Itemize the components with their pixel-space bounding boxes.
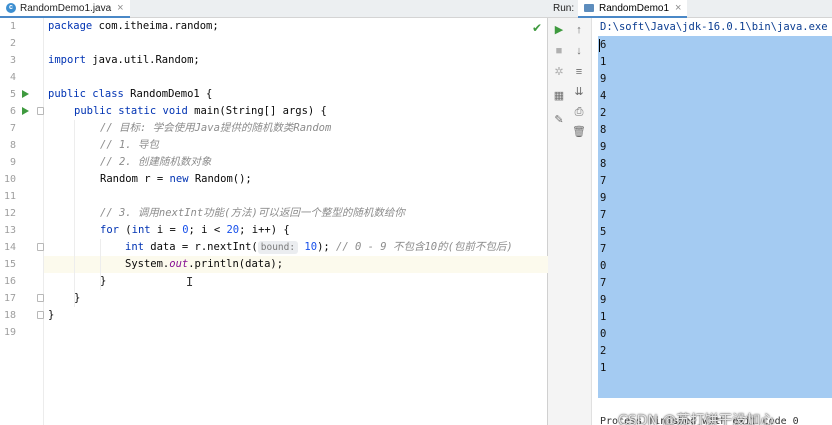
console-output-line: 6: [600, 39, 607, 51]
fold-icon[interactable]: [37, 243, 44, 251]
line-number: 3: [9, 55, 16, 66]
run-header: Run: RandomDemo1 ×: [548, 0, 832, 18]
line-number: 10: [3, 174, 16, 185]
code-line-9: // 2. 创建随机数对象: [100, 156, 212, 168]
run-toolbar: ▶ ↑ ■ ↓ ✲ ≡ ⇊ ▦ ⎙ ✎ 🗑: [548, 18, 592, 425]
scroll-end-icon[interactable]: ⇊: [570, 84, 588, 100]
console-command-line: D:\soft\Java\jdk-16.0.1\bin\java.exe: [600, 21, 828, 33]
console-output[interactable]: D:\soft\Java\jdk-16.0.1\bin\java.exe 6 1 9…: [592, 18, 832, 425]
line-number: 14: [3, 242, 16, 253]
console-output-line: 2: [600, 107, 607, 119]
console-output-line: 9: [600, 73, 607, 85]
code-line-8: // 1. 导包: [100, 139, 159, 151]
stop-icon[interactable]: ■: [550, 43, 568, 59]
line-number: 17: [3, 293, 16, 304]
console-output-line: 7: [600, 175, 607, 187]
line-number: 19: [3, 327, 16, 338]
code-line-16: }: [100, 275, 107, 287]
code-area[interactable]: package com.itheima.random; import java.…: [44, 18, 548, 425]
run-config-tab[interactable]: RandomDemo1 ×: [578, 0, 688, 18]
close-icon[interactable]: ×: [117, 2, 123, 14]
editor-tab-bar: c RandomDemo1.java ×: [0, 0, 548, 18]
print-icon[interactable]: ⎙: [570, 104, 588, 120]
rerun-icon[interactable]: ▶: [550, 22, 568, 38]
line-number: 7: [9, 123, 16, 134]
up-arrow-icon[interactable]: ↑: [570, 22, 588, 38]
soft-wrap-icon[interactable]: ≡: [570, 64, 588, 80]
line-number: 11: [3, 191, 16, 202]
application-icon: [584, 4, 594, 12]
java-class-icon: c: [6, 3, 16, 13]
debug-icon[interactable]: ✲: [550, 64, 568, 80]
tab-label: RandomDemo1.java: [20, 2, 112, 14]
code-editor[interactable]: c RandomDemo1.java × 1 2 3 4 5 6 7 8 9 1…: [0, 0, 548, 425]
run-class-icon[interactable]: [22, 90, 29, 98]
pin-icon[interactable]: ✎: [550, 112, 568, 128]
code-line-3: import java.util.Random;: [48, 54, 200, 66]
fold-icon[interactable]: [37, 294, 44, 302]
check-icon[interactable]: ✔: [532, 21, 542, 35]
fold-icon[interactable]: [37, 311, 44, 319]
parameter-hint: bound:: [257, 241, 299, 254]
console-output-line: 1: [600, 311, 607, 323]
run-tool-window[interactable]: Run: RandomDemo1 × ▶ ↑ ■ ↓ ✲ ≡ ⇊ ▦ ⎙ ✎ 🗑…: [548, 0, 832, 425]
line-number: 16: [3, 276, 16, 287]
line-number: 1: [9, 21, 16, 32]
line-number: 12: [3, 208, 16, 219]
console-output-line: 2: [600, 345, 607, 357]
code-line-5: public class RandomDemo1 {: [48, 88, 213, 100]
console-output-line: 8: [600, 158, 607, 170]
console-output-line: 0: [600, 328, 607, 340]
run-tab-label: RandomDemo1: [599, 2, 670, 14]
code-line-15: System.out.println(data);: [125, 258, 284, 270]
run-main-icon[interactable]: [22, 107, 29, 115]
console-output-line: 0: [600, 260, 607, 272]
fold-icon[interactable]: [37, 107, 44, 115]
console-output-line: 1: [600, 362, 607, 374]
line-number: 15: [3, 259, 16, 270]
tab-randomdemo1-java[interactable]: c RandomDemo1.java ×: [0, 0, 130, 18]
code-line-12: // 3. 调用nextInt功能(方法)可以返回一个整型的随机数给你: [100, 207, 405, 219]
line-number: 8: [9, 140, 16, 151]
line-number: 9: [9, 157, 16, 168]
selection-highlight: [598, 36, 832, 398]
code-line-1: package com.itheima.random;: [48, 20, 219, 32]
code-line-18: }: [48, 309, 55, 321]
text-caret: [599, 39, 600, 52]
line-number: 2: [9, 38, 16, 49]
run-title: Run:: [553, 3, 575, 14]
console-output-line: 5: [600, 226, 607, 238]
console-output-line: 1: [600, 56, 607, 68]
close-icon[interactable]: ×: [675, 2, 681, 14]
layout-icon[interactable]: ▦: [550, 88, 568, 104]
console-output-line: 9: [600, 192, 607, 204]
console-output-line: 9: [600, 294, 607, 306]
console-output-line: 9: [600, 141, 607, 153]
console-output-line: 8: [600, 124, 607, 136]
console-output-line: 7: [600, 209, 607, 221]
line-gutter: 1 2 3 4 5 6 7 8 9 10 11 12 13 14 15 16 1…: [0, 18, 44, 425]
down-arrow-icon[interactable]: ↓: [570, 43, 588, 59]
indent-guide: [74, 120, 75, 307]
console-output-line: 7: [600, 243, 607, 255]
code-line-7: // 目标: 学会使用Java提供的随机数类Random: [100, 122, 332, 134]
line-number: 5: [9, 89, 16, 100]
code-line-13: for (int i = 0; i < 20; i++) {: [100, 224, 290, 236]
code-line-17: }: [74, 292, 81, 304]
line-number: 4: [9, 72, 16, 83]
trash-icon[interactable]: 🗑: [570, 124, 588, 140]
watermark: CSDN @苏打饼干没加心: [618, 413, 775, 425]
console-output-line: 7: [600, 277, 607, 289]
console-output-line: 4: [600, 90, 607, 102]
code-line-6: public static void main(String[] args) {: [74, 105, 327, 117]
code-line-10: Random r = new Random();: [100, 173, 252, 185]
line-number: 13: [3, 225, 16, 236]
line-number: 6: [9, 106, 16, 117]
line-number: 18: [3, 310, 16, 321]
mouse-cursor-icon: I: [186, 275, 194, 289]
current-line-highlight: [44, 256, 548, 273]
code-line-14: int data = r.nextInt(bound: 10); // 0 - …: [125, 241, 513, 254]
